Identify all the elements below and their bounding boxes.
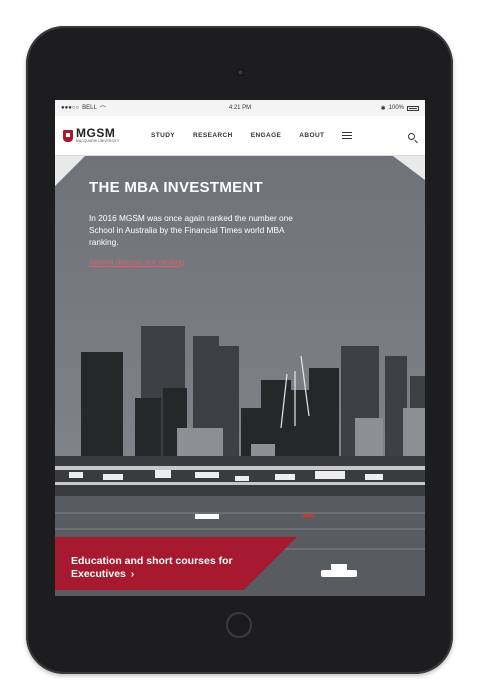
cta-line2: Executives	[71, 568, 126, 580]
nav-links: STUDY RESEARCH ENGAGE ABOUT	[151, 131, 353, 140]
alumni-ranking-link[interactable]: Alumni discuss our ranking	[89, 258, 185, 267]
signal-icon: ●●●○○	[61, 105, 80, 111]
hero-title: THE MBA INVESTMENT	[89, 179, 264, 196]
camera-icon	[237, 69, 244, 76]
screen: ●●●○○ BELL ⌒ 4:21 PM ✱ 100% MGSM MACQUAR…	[55, 100, 425, 596]
home-button[interactable]	[226, 612, 252, 638]
nav-link-research[interactable]: RESEARCH	[193, 132, 233, 139]
hamburger-menu-icon[interactable]	[342, 131, 353, 140]
status-right: ✱ 100%	[381, 105, 419, 112]
hero-body: In 2016 MGSM was once again ranked the n…	[89, 213, 293, 247]
status-bar: ●●●○○ BELL ⌒ 4:21 PM ✱ 100%	[55, 100, 425, 116]
status-left: ●●●○○ BELL ⌒	[61, 104, 106, 113]
logo-text-block: MGSM MACQUARIE UNIVERSITY	[76, 127, 119, 144]
battery-icon	[407, 105, 419, 111]
cta-line1: Education and short courses for	[71, 555, 233, 567]
logo-wordmark: MGSM	[76, 126, 116, 141]
mgsm-logo[interactable]: MGSM MACQUARIE UNIVERSITY	[63, 127, 139, 144]
chevron-right-icon: ›	[130, 568, 135, 580]
status-time: 4:21 PM	[228, 105, 252, 111]
wifi-icon: ⌒	[99, 106, 106, 113]
nav-link-study[interactable]: STUDY	[151, 132, 175, 139]
top-nav: MGSM MACQUARIE UNIVERSITY STUDY RESEARCH…	[55, 116, 425, 156]
logo-subtext: MACQUARIE UNIVERSITY	[76, 139, 120, 144]
battery-label: 100%	[388, 105, 404, 111]
bluetooth-icon: ✱	[380, 105, 386, 112]
nav-link-about[interactable]: ABOUT	[299, 132, 324, 139]
corner-accent-right	[393, 156, 425, 180]
shield-icon	[63, 129, 73, 142]
corner-accent-left	[55, 156, 85, 186]
hero-banner: THE MBA INVESTMENT In 2016 MGSM was once…	[55, 156, 425, 596]
carrier-label: BELL	[82, 105, 97, 111]
nav-link-engage[interactable]: ENGAGE	[251, 132, 282, 139]
search-icon[interactable]	[408, 133, 415, 140]
